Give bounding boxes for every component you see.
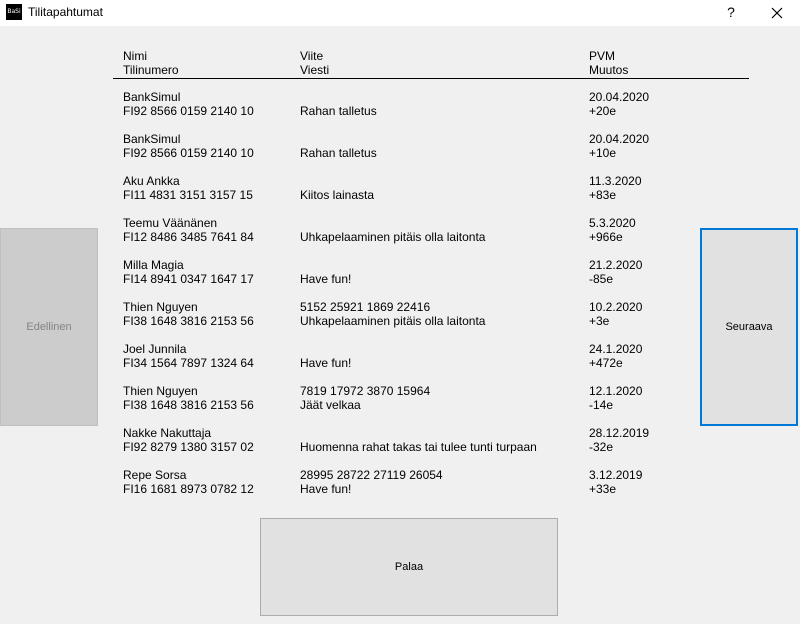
transaction-amount: +20e <box>589 104 617 118</box>
header-name: Nimi <box>123 49 147 63</box>
transaction-amount: -85e <box>589 272 614 286</box>
transaction-amount: +3e <box>589 314 610 328</box>
transaction-row: Milla Magia FI14 8941 0347 1647 17 Have … <box>0 258 800 300</box>
back-button[interactable]: Palaa <box>260 518 558 616</box>
header-divider <box>113 78 749 79</box>
payer-name: Thien Nguyen <box>123 384 198 398</box>
transaction-amount: +33e <box>589 482 617 496</box>
payer-name: Teemu Väänänen <box>123 216 218 230</box>
transaction-date: 20.04.2020 <box>589 132 650 146</box>
transaction-row: Thien Nguyen FI38 1648 3816 2153 56 7819… <box>0 384 800 426</box>
transaction-date: 28.12.2019 <box>589 426 650 440</box>
payer-name: Thien Nguyen <box>123 300 198 314</box>
transaction-amount: -32e <box>589 440 614 454</box>
previous-button[interactable]: Edellinen <box>0 228 98 426</box>
transaction-message: Huomenna rahat takas tai tulee tunti tur… <box>300 440 537 454</box>
payer-name: Joel Junnila <box>123 342 187 356</box>
account-number: FI92 8279 1380 3157 02 <box>123 440 254 454</box>
transaction-row: Joel Junnila FI34 1564 7897 1324 64 Have… <box>0 342 800 384</box>
window-title: Tilitapahtumat <box>28 5 103 19</box>
transaction-date: 11.3.2020 <box>589 174 642 188</box>
transaction-message: Rahan talletus <box>300 146 377 160</box>
header-account: Tilinumero <box>123 63 179 77</box>
transaction-date: 21.2.2020 <box>589 258 643 272</box>
transaction-message: Have fun! <box>300 272 352 286</box>
transaction-amount: +10e <box>589 146 617 160</box>
transaction-row: BankSimul FI92 8566 0159 2140 10 Rahan t… <box>0 90 800 132</box>
transaction-list: BankSimul FI92 8566 0159 2140 10 Rahan t… <box>0 90 800 510</box>
header-reference: Viite <box>300 49 324 63</box>
account-number: FI34 1564 7897 1324 64 <box>123 356 254 370</box>
transaction-amount: +472e <box>589 356 623 370</box>
close-button[interactable] <box>754 0 800 26</box>
transaction-row: BankSimul FI92 8566 0159 2140 10 Rahan t… <box>0 132 800 174</box>
transaction-amount: -14e <box>589 398 614 412</box>
transaction-message: Have fun! <box>300 356 352 370</box>
account-number: FI16 1681 8973 0782 12 <box>123 482 254 496</box>
transaction-row: Thien Nguyen FI38 1648 3816 2153 56 5152… <box>0 300 800 342</box>
transaction-date: 20.04.2020 <box>589 90 650 104</box>
title-bar: BaSi Tilitapahtumat ? <box>0 0 800 26</box>
transaction-amount: +966e <box>589 230 623 244</box>
transaction-message: Kiitos lainasta <box>300 188 375 202</box>
header-date: PVM <box>589 49 616 63</box>
header-change: Muutos <box>589 63 629 77</box>
transaction-date: 5.3.2020 <box>589 216 636 230</box>
payer-name: Repe Sorsa <box>123 468 187 482</box>
transaction-row: Nakke Nakuttaja FI92 8279 1380 3157 02 H… <box>0 426 800 468</box>
transaction-message: Rahan talletus <box>300 104 377 118</box>
app-icon: BaSi <box>6 4 22 20</box>
transactions-window: BaSi Tilitapahtumat ? Nimi Tilinumero Vi… <box>0 0 800 624</box>
transaction-row: Repe Sorsa FI16 1681 8973 0782 12 28995 … <box>0 468 800 510</box>
header-message: Viesti <box>300 63 330 77</box>
transaction-date: 24.1.2020 <box>589 342 643 356</box>
transaction-amount: +83e <box>589 188 617 202</box>
transaction-date: 3.12.2019 <box>589 468 643 482</box>
payer-name: Nakke Nakuttaja <box>123 426 212 440</box>
reference-number: 7819 17972 3870 15964 <box>300 384 431 398</box>
account-number: FI92 8566 0159 2140 10 <box>123 104 254 118</box>
close-icon <box>771 7 783 19</box>
account-number: FI38 1648 3816 2153 56 <box>123 314 254 328</box>
transaction-message: Uhkapelaaminen pitäis olla laitonta <box>300 230 486 244</box>
account-number: FI12 8486 3485 7641 84 <box>123 230 254 244</box>
account-number: FI38 1648 3816 2153 56 <box>123 398 254 412</box>
account-number: FI14 8941 0347 1647 17 <box>123 272 254 286</box>
payer-name: BankSimul <box>123 132 181 146</box>
transaction-date: 10.2.2020 <box>589 300 643 314</box>
reference-number: 5152 25921 1869 22416 <box>300 300 431 314</box>
transaction-message: Have fun! <box>300 482 352 496</box>
payer-name: Milla Magia <box>123 258 184 272</box>
account-number: FI11 4831 3151 3157 15 <box>123 188 253 202</box>
transaction-row: Aku Ankka FI11 4831 3151 3157 15 Kiitos … <box>0 174 800 216</box>
transaction-message: Uhkapelaaminen pitäis olla laitonta <box>300 314 486 328</box>
reference-number: 28995 28722 27119 26054 <box>300 468 443 482</box>
payer-name: Aku Ankka <box>123 174 180 188</box>
transaction-message: Jäät velkaa <box>300 398 361 412</box>
transaction-row: Teemu Väänänen FI12 8486 3485 7641 84 Uh… <box>0 216 800 258</box>
next-button[interactable]: Seuraava <box>700 228 798 426</box>
help-button[interactable]: ? <box>708 0 754 26</box>
payer-name: BankSimul <box>123 90 181 104</box>
account-number: FI92 8566 0159 2140 10 <box>123 146 254 160</box>
transaction-date: 12.1.2020 <box>589 384 643 398</box>
